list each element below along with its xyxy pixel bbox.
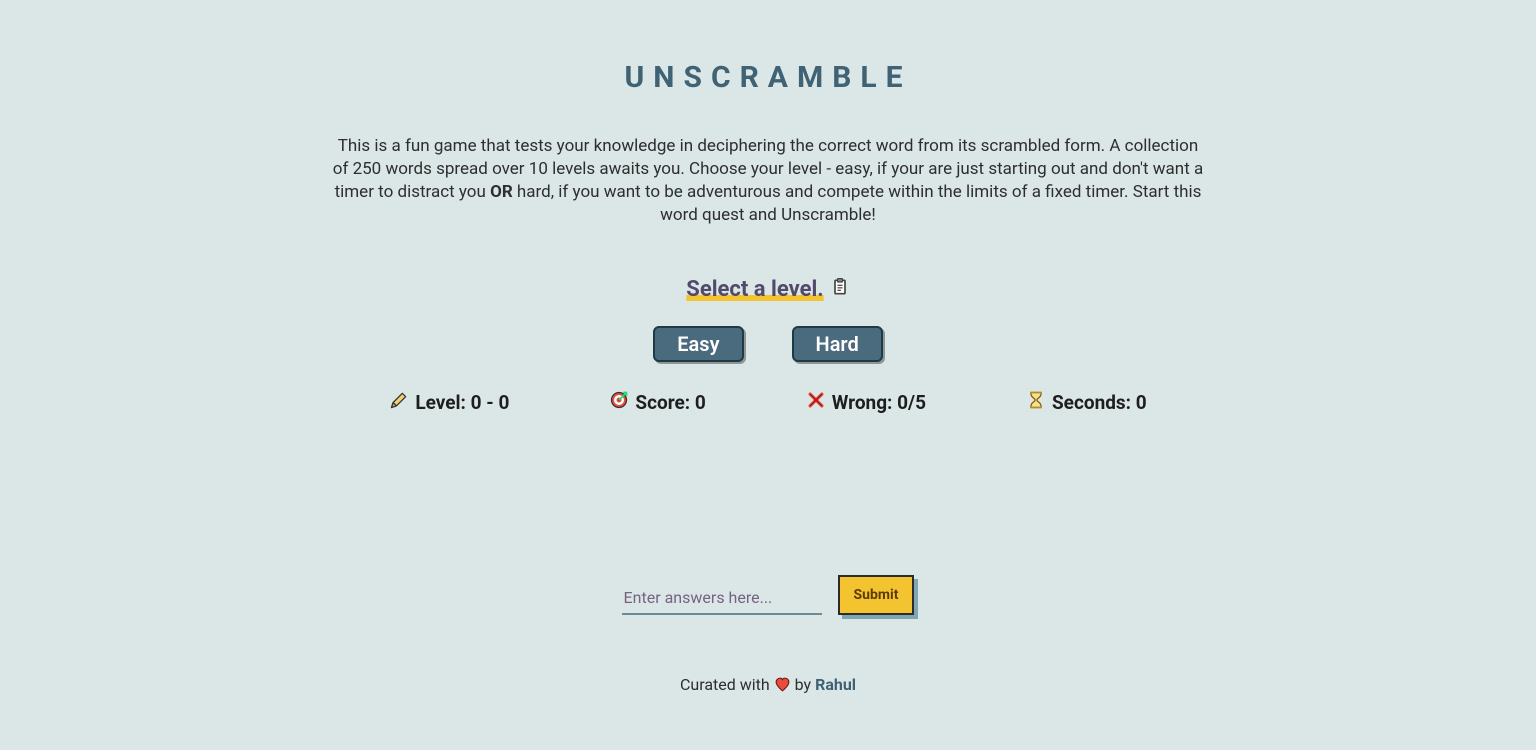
level-stat: Level: 0 - 0 [389,390,509,415]
seconds-value: Seconds: 0 [1052,391,1147,414]
intro-bold: OR [490,182,513,202]
footer: Curated with by Rahul [328,675,1208,694]
level-buttons: Easy Hard [328,326,1208,362]
score-value: Score: 0 [635,391,705,414]
footer-prefix: Curated with [680,675,774,694]
select-level-row: Select a level. [686,277,849,302]
score-stat: Score: 0 [609,390,705,415]
page-title: UNSCRAMBLE [328,60,1208,95]
heart-icon [774,675,795,694]
wrong-value: Wrong: 0/5 [832,391,926,414]
wrong-stat: Wrong: 0/5 [806,390,926,415]
hourglass-icon [1026,390,1046,415]
intro-part2: hard, if you want to be adventurous and … [513,182,1202,225]
cross-icon [806,390,826,415]
answer-row: Submit [328,575,1208,615]
clipboard-icon [830,277,850,301]
answer-input[interactable] [622,582,822,615]
select-level-label: Select a level. [686,277,823,302]
intro-text: This is a fun game that tests your knowl… [328,135,1208,227]
hard-button[interactable]: Hard [792,326,883,362]
author-link[interactable]: Rahul [815,675,856,694]
target-icon [609,390,629,415]
level-value: Level: 0 - 0 [415,391,509,414]
easy-button[interactable]: Easy [653,326,743,362]
seconds-stat: Seconds: 0 [1026,390,1147,415]
submit-button[interactable]: Submit [838,575,915,615]
stats-row: Level: 0 - 0 Score: 0 [328,390,1208,415]
footer-by: by [795,675,815,694]
pencil-icon [389,390,409,415]
